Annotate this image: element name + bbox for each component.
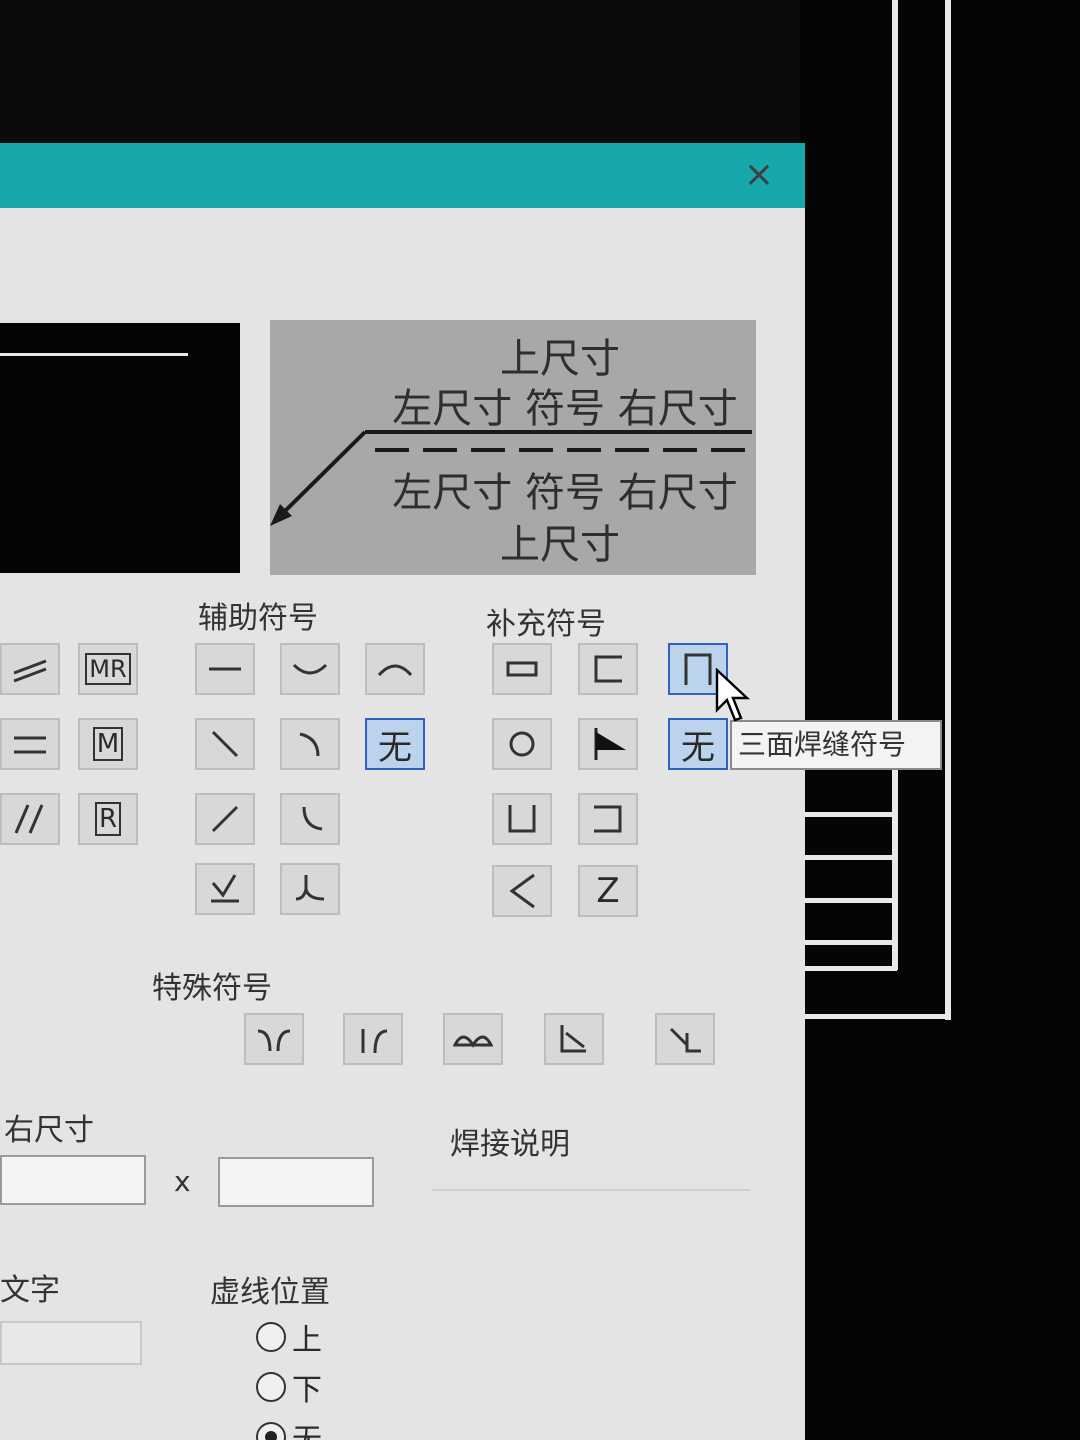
radio-up-label: 上 bbox=[292, 1323, 322, 1358]
special-symbol-3-button[interactable] bbox=[443, 1013, 503, 1065]
text-input[interactable] bbox=[0, 1321, 142, 1365]
flag-icon bbox=[594, 728, 626, 760]
bracket-close-icon bbox=[594, 805, 622, 833]
frame-line bbox=[800, 966, 897, 971]
sup-circle-button[interactable] bbox=[492, 718, 552, 770]
frame-line bbox=[892, 0, 898, 970]
supplementary-symbols-label: 补充符号 bbox=[486, 607, 606, 642]
mr-label: MR bbox=[85, 653, 131, 685]
backslash-icon bbox=[211, 730, 239, 758]
double-line-icon bbox=[14, 736, 46, 754]
mouse-cursor-icon bbox=[715, 668, 751, 722]
radio-down-label: 下 bbox=[292, 1373, 322, 1408]
aux-flat-button[interactable] bbox=[195, 643, 255, 695]
sup-three-side-open-button[interactable] bbox=[578, 643, 638, 695]
toe-icon bbox=[295, 875, 325, 901]
double-bump-icon bbox=[453, 1035, 493, 1048]
frame-line bbox=[945, 0, 951, 1020]
title-block-line bbox=[800, 812, 895, 817]
flat-line-icon bbox=[209, 667, 241, 671]
radio-none-label: 无 bbox=[292, 1415, 322, 1440]
arc-up-icon bbox=[302, 806, 323, 831]
legend-row-above: 左尺寸 符号 右尺寸 bbox=[392, 386, 738, 432]
length-dimension-input[interactable] bbox=[218, 1157, 374, 1207]
layout-legend: 上尺寸 左尺寸 符号 右尺寸 左尺寸 符号 右尺寸 上尺寸 bbox=[270, 320, 756, 575]
auxiliary-symbols-label: 辅助符号 bbox=[198, 601, 318, 636]
symbol-preview bbox=[0, 323, 240, 573]
symbol-mr-button[interactable]: MR bbox=[78, 643, 138, 695]
aux-arc-down-button[interactable] bbox=[280, 718, 340, 770]
dash-position-option-down[interactable]: 下 bbox=[256, 1365, 322, 1409]
legend-row-below: 左尺寸 符号 右尺寸 bbox=[392, 470, 738, 516]
sup-flat-backing-button[interactable] bbox=[492, 643, 552, 695]
sup-u-shape-button[interactable] bbox=[492, 793, 552, 845]
right-dimension-input[interactable] bbox=[0, 1155, 146, 1205]
dimension-x-separator: x bbox=[174, 1165, 191, 1198]
rectangle-icon bbox=[506, 661, 538, 677]
aux-backslash-button[interactable] bbox=[195, 718, 255, 770]
special-symbol-1-button[interactable] bbox=[244, 1013, 304, 1065]
sup-z-button[interactable]: Z bbox=[578, 865, 638, 917]
dash-position-option-up[interactable]: 上 bbox=[256, 1315, 322, 1359]
dash-position-option-none[interactable]: 无 bbox=[256, 1415, 322, 1440]
frame-line bbox=[800, 1014, 950, 1019]
aux-check-button[interactable] bbox=[195, 863, 255, 915]
symbol-r-button[interactable]: R bbox=[78, 793, 138, 845]
line-curve-icon bbox=[361, 1029, 388, 1054]
symbol-parallel-slash-button[interactable] bbox=[0, 793, 60, 845]
special-symbol-5-button[interactable] bbox=[655, 1013, 715, 1065]
dash-position-label: 虚线位置 bbox=[210, 1275, 330, 1310]
weld-note-label: 焊接说明 bbox=[450, 1127, 570, 1162]
special-symbol-4-button[interactable] bbox=[544, 1013, 604, 1065]
title-block-line bbox=[800, 855, 895, 860]
aux-arc-up-button[interactable] bbox=[280, 793, 340, 845]
slash-icon bbox=[211, 805, 239, 833]
sup-none-button[interactable]: 无 bbox=[668, 718, 728, 770]
aux-slash-button[interactable] bbox=[195, 793, 255, 845]
check-weld-icon bbox=[211, 874, 239, 903]
arc-down-icon bbox=[299, 732, 320, 757]
corner-slash-icon bbox=[560, 1025, 586, 1053]
symbol-double-slash-button[interactable] bbox=[0, 643, 60, 695]
special-symbol-2-button[interactable] bbox=[343, 1013, 403, 1065]
m-label: M bbox=[92, 727, 124, 761]
concave-icon bbox=[292, 663, 328, 675]
title-block-line bbox=[800, 898, 895, 903]
aux-concave-button[interactable] bbox=[280, 643, 340, 695]
tooltip: 三面焊缝符号 bbox=[730, 720, 942, 770]
symbol-double-line-button[interactable] bbox=[0, 718, 60, 770]
aux-convex-button[interactable] bbox=[365, 643, 425, 695]
dialog-titlebar: × bbox=[0, 143, 805, 208]
radio-up[interactable] bbox=[256, 1322, 286, 1352]
legend-bottom: 上尺寸 bbox=[500, 522, 620, 568]
parallel-slash-icon bbox=[14, 804, 44, 834]
u-shape-icon bbox=[508, 805, 536, 833]
sup-angle-button[interactable] bbox=[492, 865, 552, 917]
weld-symbol-dialog: × 上尺寸 左尺寸 符号 右尺寸 左尺寸 符号 右尺寸 上尺寸 辅助符号 补充符… bbox=[0, 143, 805, 1440]
sup-bracket-close-button[interactable] bbox=[578, 793, 638, 845]
aux-none-button[interactable]: 无 bbox=[365, 718, 425, 770]
angle-icon bbox=[509, 873, 535, 909]
sup-flag-button[interactable] bbox=[578, 718, 638, 770]
symbol-m-button[interactable]: M bbox=[78, 718, 138, 770]
special-symbols-label: 特殊符号 bbox=[152, 971, 272, 1006]
double-curve-icon bbox=[257, 1029, 291, 1052]
convex-icon bbox=[377, 664, 413, 677]
preview-reference-line bbox=[0, 353, 188, 356]
aux-toe-button[interactable] bbox=[280, 863, 340, 915]
slash-corner-icon bbox=[669, 1027, 701, 1053]
right-dimension-label: 右尺寸 bbox=[4, 1113, 94, 1148]
circle-icon bbox=[509, 731, 535, 757]
double-slash-icon bbox=[13, 659, 47, 683]
radio-down[interactable] bbox=[256, 1372, 286, 1402]
weld-note-separator bbox=[432, 1189, 750, 1191]
radio-none[interactable] bbox=[256, 1422, 286, 1440]
close-button[interactable]: × bbox=[741, 157, 777, 193]
text-label: 文字 bbox=[0, 1273, 60, 1308]
bracket-open-icon bbox=[594, 655, 622, 683]
r-label: R bbox=[94, 802, 122, 836]
title-block-line bbox=[800, 940, 895, 945]
three-side-weld-icon bbox=[684, 653, 712, 685]
